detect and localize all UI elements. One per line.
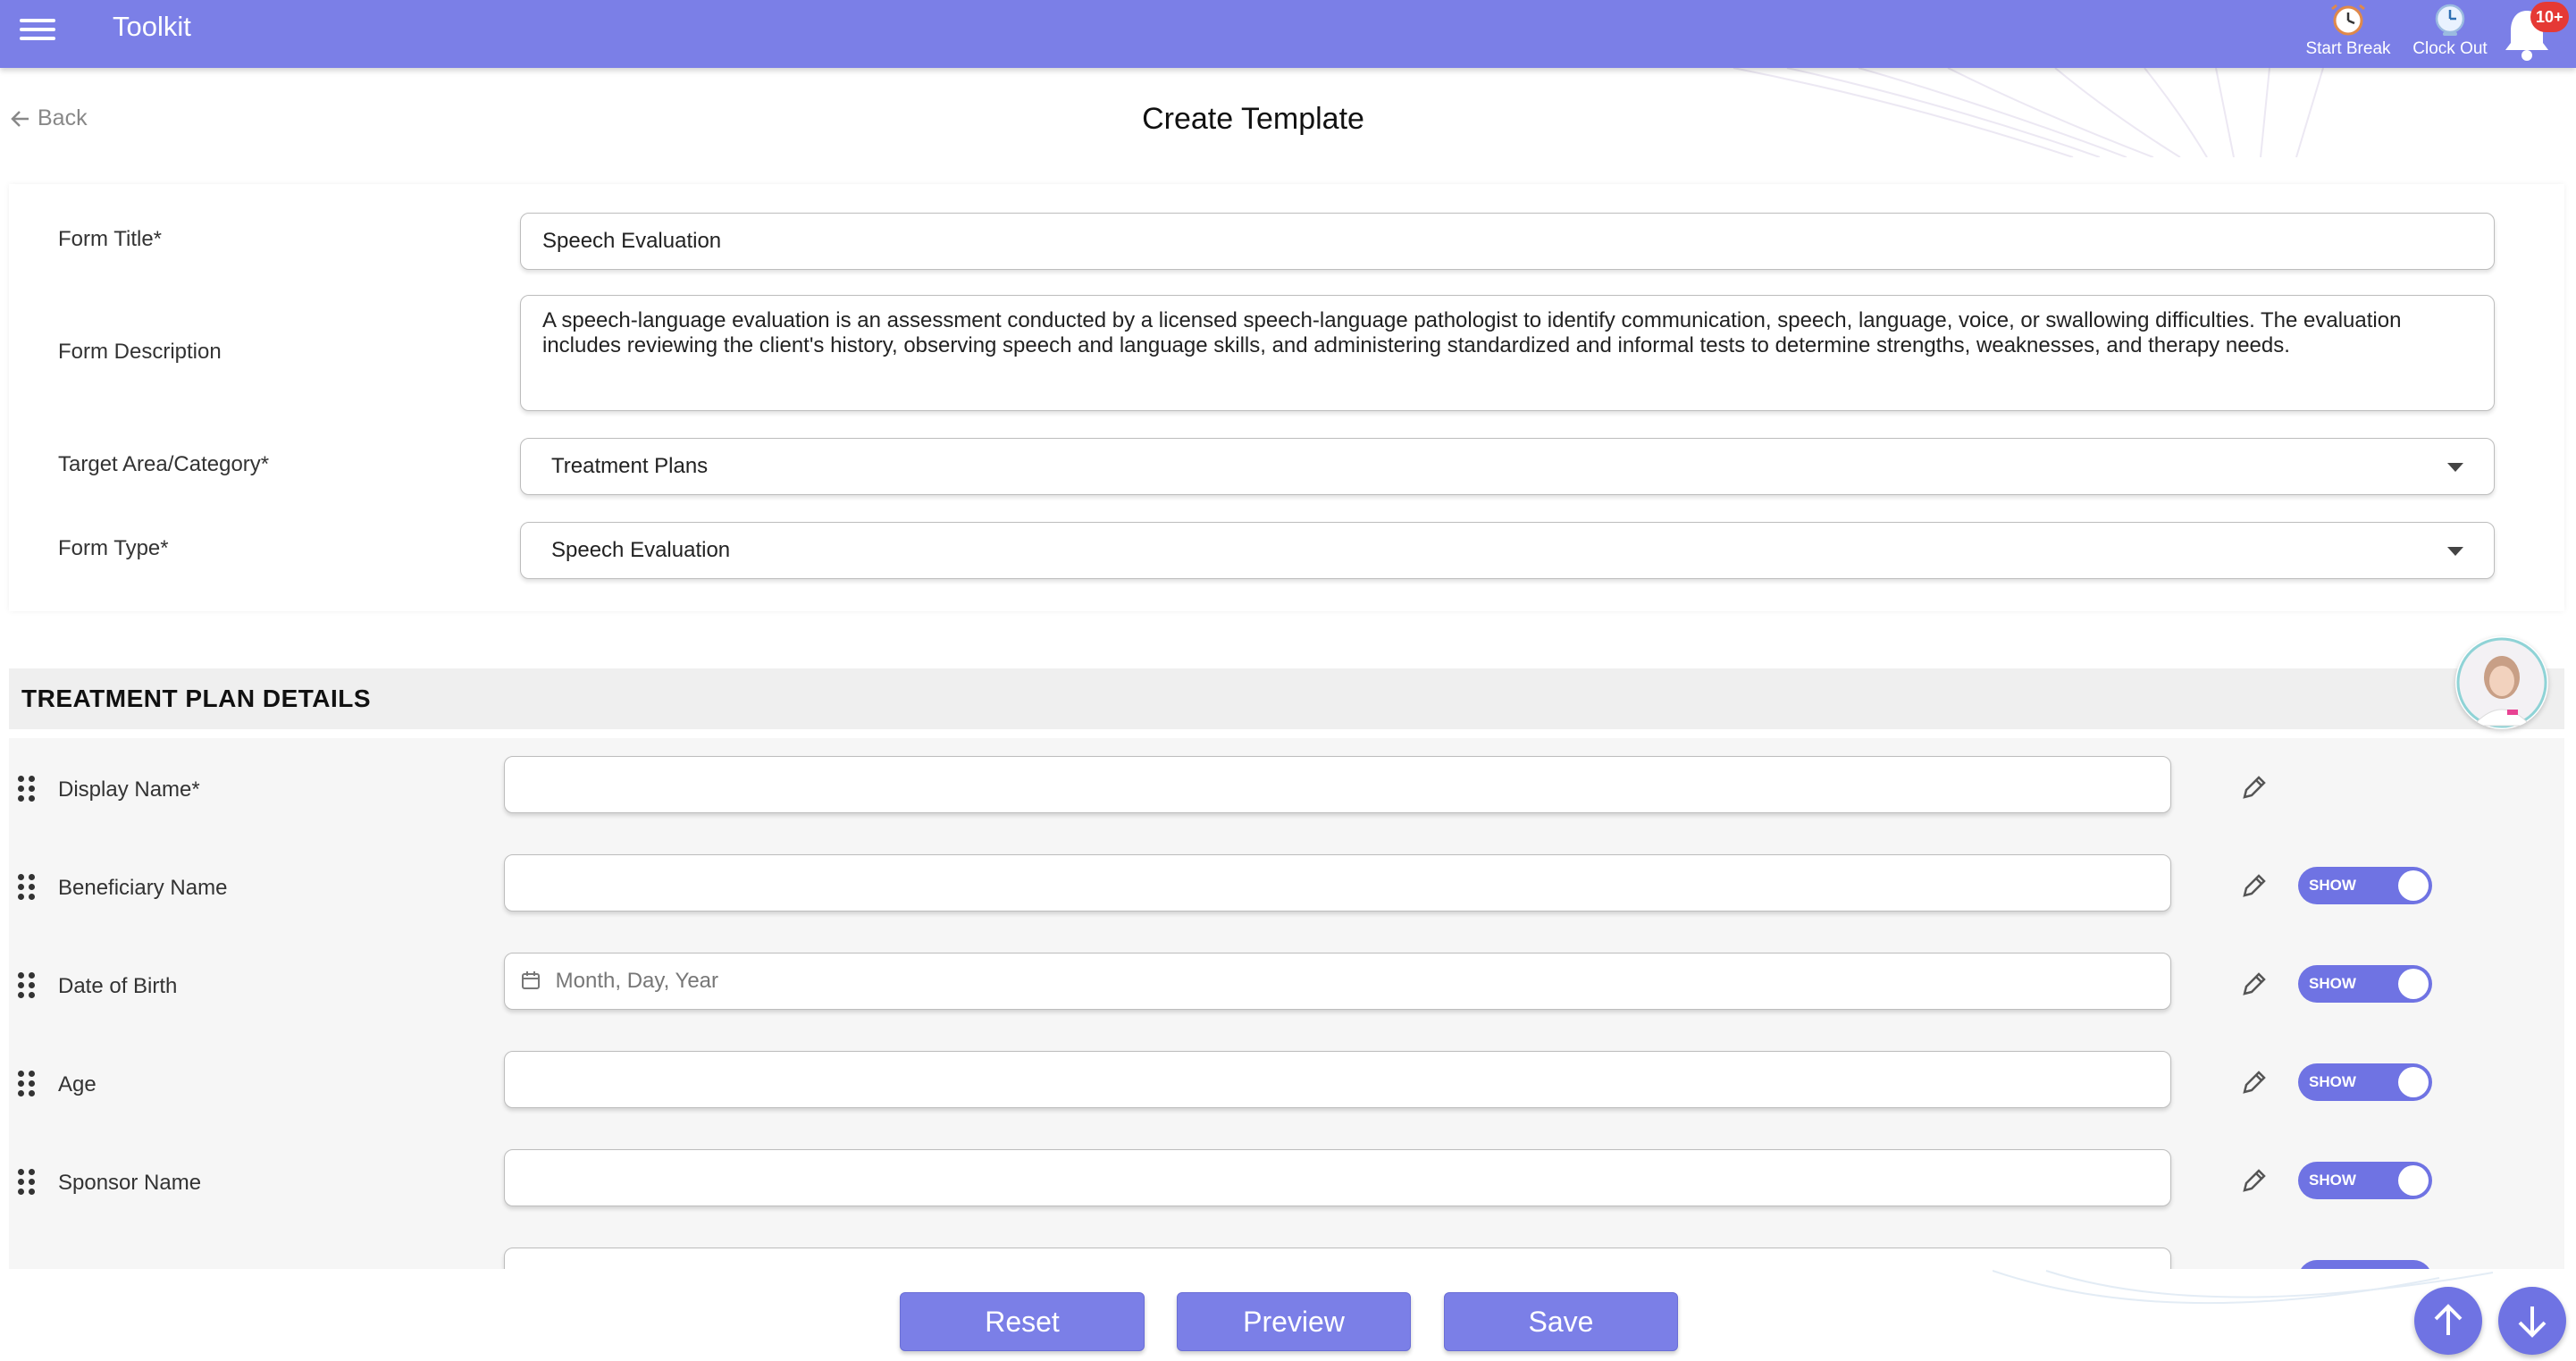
clock-out-button[interactable]: Clock Out [2396,2,2504,59]
toggle-knob [2398,969,2429,999]
row-label: Sponsor Name [58,1171,202,1195]
row-label: Beneficiary Name [58,876,228,900]
row-label: Date of Birth [58,974,178,998]
scroll-down-button[interactable] [2498,1287,2566,1355]
show-toggle[interactable]: SHOW [2298,867,2432,904]
form-title-label: Form Title* [58,227,163,251]
target-area-label: Target Area/Category* [58,452,270,476]
field-row-sponsor-name: Sponsor Name SHOW [9,1131,2564,1230]
drag-handle-icon[interactable] [18,1071,38,1097]
field-row-age: Age SHOW [9,1033,2564,1131]
app-title: Toolkit [113,11,191,42]
sponsor-name-input[interactable] [504,1149,2171,1206]
toggle-knob [2398,1067,2429,1097]
date-placeholder: Month, Day, Year [555,969,719,993]
toggle-label: SHOW [2309,877,2356,894]
clock-icon [2435,4,2465,36]
show-toggle[interactable]: SHOW [2298,965,2432,1003]
toggle-knob [2398,870,2429,901]
form-details-card: Form Title* Speech Evaluation Form Descr… [9,184,2564,611]
toggle-knob [2398,1165,2429,1196]
drag-handle-icon[interactable] [18,776,38,802]
menu-icon[interactable] [20,15,55,44]
form-description-textarea[interactable]: A speech-language evaluation is an asses… [520,295,2495,411]
scroll-up-button[interactable] [2414,1287,2482,1355]
show-toggle[interactable]: SHOW [2298,1063,2432,1101]
target-area-select[interactable]: Treatment Plans [520,438,2495,495]
top-app-bar: Toolkit Start Break Clock Out 10+ [0,0,2576,68]
date-of-birth-input[interactable]: Month, Day, Year [504,953,2171,1010]
toggle-label: SHOW [2309,1172,2356,1189]
drag-handle-icon[interactable] [18,972,38,999]
form-type-value: Speech Evaluation [551,538,731,562]
show-toggle[interactable] [2298,1260,2432,1269]
treatment-plan-fields: Display Name* Beneficiary Name SHOW Date… [9,738,2564,1269]
target-area-value: Treatment Plans [551,454,709,478]
row-label: Display Name* [58,777,200,802]
avatar[interactable] [2455,636,2548,729]
page-title: Create Template [1142,102,1364,136]
chevron-down-icon [2447,463,2463,472]
edit-pencil-icon[interactable] [2239,870,2270,901]
alarm-clock-icon [2331,4,2365,36]
show-toggle[interactable]: SHOW [2298,1162,2432,1199]
start-break-label: Start Break [2305,39,2391,58]
preview-button[interactable]: Preview [1177,1292,1411,1351]
drag-handle-icon[interactable] [18,1169,38,1196]
bottom-action-bar: Reset Preview Save [0,1269,2576,1361]
display-name-input[interactable] [504,756,2171,813]
edit-pencil-icon[interactable] [2239,1067,2270,1097]
toggle-label: SHOW [2309,975,2356,992]
clock-out-label: Clock Out [2412,39,2488,58]
field-row-partial [9,1230,2564,1269]
form-description-label: Form Description [58,340,222,364]
start-break-button[interactable]: Start Break [2295,2,2402,59]
user-avatar-icon [2456,637,2547,728]
calendar-icon [522,970,540,989]
form-type-select[interactable]: Speech Evaluation [520,522,2495,579]
field-row-date-of-birth: Date of Birth Month, Day, Year SHOW [9,935,2564,1033]
chevron-down-icon [2447,547,2463,556]
notification-badge: 10+ [2530,2,2569,32]
reset-button[interactable]: Reset [900,1292,1145,1351]
arrow-down-icon [2518,1306,2547,1338]
beneficiary-name-input[interactable] [504,854,2171,912]
row-label: Age [58,1072,96,1096]
edit-pencil-icon[interactable] [2239,1165,2270,1196]
save-button[interactable]: Save [1444,1292,1678,1351]
page-header: Back Create Template [0,68,2576,157]
form-title-input[interactable]: Speech Evaluation [520,213,2495,270]
arrow-up-icon [2434,1304,2463,1335]
section-title: TREATMENT PLAN DETAILS [21,685,372,712]
age-input[interactable] [504,1051,2171,1108]
edit-pencil-icon[interactable] [2239,772,2270,802]
drag-handle-icon[interactable] [18,874,38,901]
toggle-label: SHOW [2309,1073,2356,1090]
form-type-label: Form Type* [58,536,169,560]
notifications-button[interactable]: 10+ [2500,2,2569,64]
partial-input[interactable] [504,1248,2171,1269]
edit-pencil-icon[interactable] [2239,969,2270,999]
field-row-display-name: Display Name* [9,738,2564,836]
section-header: TREATMENT PLAN DETAILS [9,668,2564,729]
field-row-beneficiary-name: Beneficiary Name SHOW [9,836,2564,935]
